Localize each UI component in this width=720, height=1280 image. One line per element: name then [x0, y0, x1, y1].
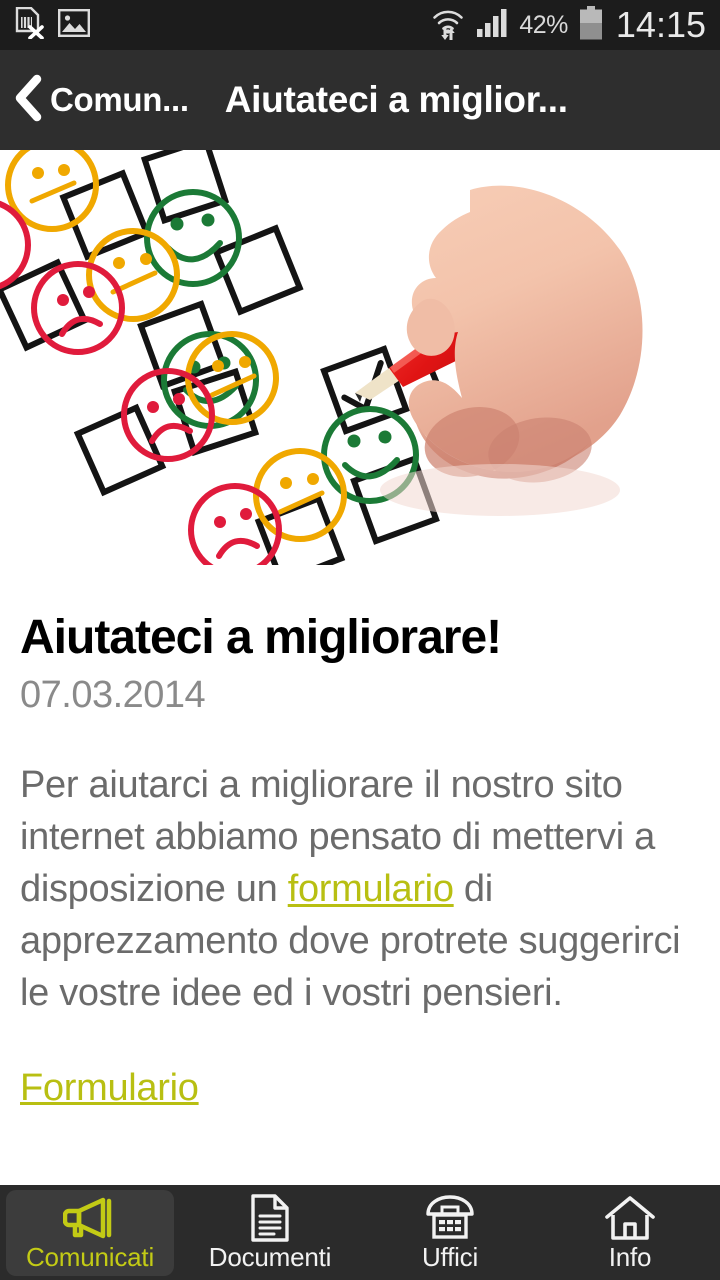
page-title: Aiutateci a miglior...: [224, 79, 568, 120]
tab-documenti-label: Documenti: [208, 1241, 332, 1272]
screenshot-image-icon: [58, 8, 91, 42]
survey-feedback-photo: [0, 150, 650, 565]
article: Aiutateci a migliorare! 07.03.2014 Per a…: [0, 610, 720, 1110]
status-bar-clock: 14:15: [615, 4, 706, 45]
article-body: Per aiutarci a migliorare il nostro sito…: [20, 759, 700, 1019]
article-date: 07.03.2014: [20, 674, 206, 716]
tab-info-label: Info: [608, 1241, 652, 1272]
document-icon: [250, 1193, 290, 1242]
action-bar: Comun... Aiutateci a miglior...: [0, 50, 720, 150]
formulario-inline-link[interactable]: formulario: [288, 868, 454, 910]
formulario-footer-link[interactable]: Formulario: [20, 1067, 199, 1110]
sim-card-removed-icon: [14, 6, 44, 44]
back-button[interactable]: Comun...: [0, 50, 207, 150]
back-button-label: Comun...: [50, 81, 189, 118]
cellular-signal-icon: [476, 8, 508, 43]
battery-percent-label: 42%: [519, 10, 568, 39]
status-bar: 42% 14:15: [0, 0, 720, 50]
home-icon: [604, 1195, 656, 1241]
tab-uffici-label: Uffici: [421, 1241, 479, 1272]
status-bar-left-icons: [14, 6, 91, 44]
article-title: Aiutateci a migliorare!: [20, 611, 502, 664]
megaphone-icon: [63, 1195, 117, 1241]
tab-comunicati[interactable]: Comunicati: [0, 1185, 180, 1280]
tab-comunicati-label: Comunicati: [25, 1241, 155, 1272]
telephone-icon: [424, 1194, 476, 1241]
tab-uffici[interactable]: Uffici: [360, 1185, 540, 1280]
bottom-tab-bar: Comunicati Documenti Uffici Info: [0, 1185, 720, 1280]
battery-icon: [579, 5, 603, 45]
status-bar-right-icons: 42% 14:15: [431, 4, 706, 45]
wifi-transfer-icon: [431, 6, 465, 45]
chevron-left-icon: [10, 73, 44, 128]
article-scroll-view[interactable]: Aiutateci a migliorare! 07.03.2014 Per a…: [0, 150, 720, 1185]
tab-info[interactable]: Info: [540, 1185, 720, 1280]
tab-documenti[interactable]: Documenti: [180, 1185, 360, 1280]
